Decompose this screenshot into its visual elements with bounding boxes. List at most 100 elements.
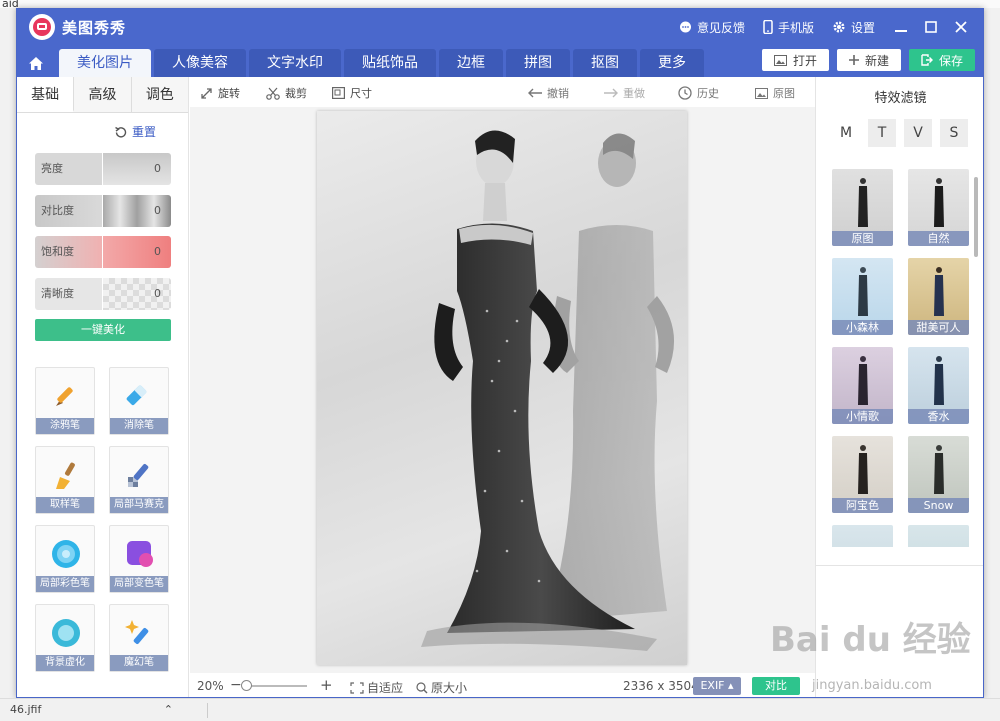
- eraser-icon: [126, 385, 147, 406]
- sharpness-label: 清晰度: [35, 278, 102, 310]
- exif-button[interactable]: EXIF ▴: [693, 677, 741, 695]
- figure-thumbnail-icon: [934, 267, 944, 316]
- tool-mosaic[interactable]: 局部马赛克: [109, 446, 169, 514]
- tab-more[interactable]: 更多: [640, 49, 704, 77]
- settings-button[interactable]: 设置: [832, 19, 875, 36]
- tool-magic-pen[interactable]: 魔幻笔: [109, 604, 169, 672]
- phone-icon: [763, 20, 773, 34]
- minimize-button[interactable]: [893, 19, 909, 35]
- tab-text-watermark[interactable]: 文字水印: [249, 49, 341, 77]
- subtab-color[interactable]: 调色: [131, 77, 188, 112]
- new-label: 新建: [864, 53, 889, 68]
- reset-icon: [115, 126, 127, 138]
- save-button[interactable]: 保存: [908, 49, 975, 71]
- filter-snow[interactable]: Snow: [908, 436, 969, 513]
- recolor-icon: [127, 541, 153, 567]
- feedback-button[interactable]: 意见反馈: [679, 19, 745, 36]
- gear-icon: [833, 21, 845, 33]
- canvas-area: 旋转 裁剪 尺寸 撤销 重做 历史 原图 20% − + 自适应 原大小 233…: [190, 77, 815, 697]
- contrast-slider[interactable]: 对比度 0: [35, 195, 171, 227]
- figure-thumbnail-icon: [934, 178, 944, 227]
- fit-button[interactable]: 自适应: [350, 679, 403, 696]
- zoom-value: 20%: [197, 679, 224, 693]
- tab-portrait[interactable]: 人像美容: [154, 49, 246, 77]
- crop-button[interactable]: 裁剪: [266, 85, 307, 101]
- tool-sample-pen[interactable]: 取样笔: [35, 446, 95, 514]
- taskbar: 46.jfif ⌃: [0, 698, 1000, 721]
- reset-button[interactable]: 重置: [115, 123, 156, 140]
- mobile-button[interactable]: 手机版: [763, 19, 814, 36]
- tab-collage[interactable]: 拼图: [506, 49, 570, 77]
- zoom-slider-handle[interactable]: [241, 680, 252, 691]
- filter-category-m[interactable]: M: [832, 119, 860, 147]
- open-label: 打开: [792, 53, 817, 68]
- filters-scrollbar[interactable]: [974, 177, 978, 257]
- sharpness-slider[interactable]: 清晰度 0: [35, 278, 171, 310]
- filter-category-s[interactable]: S: [940, 119, 968, 147]
- left-panel: 基础 高级 调色 重置 亮度 0 对比度 0 饱和度 0 清晰度 0 一键美化 …: [17, 77, 189, 697]
- taskbar-file-item[interactable]: 46.jfif ⌃: [10, 703, 173, 716]
- rotate-icon: [201, 87, 212, 99]
- scissors-icon: [266, 87, 280, 100]
- filters-title: 特效滤镜: [874, 91, 927, 106]
- tool-eraser-pen[interactable]: 消除笔: [109, 367, 169, 435]
- size-button[interactable]: 尺寸: [332, 85, 372, 101]
- filter-category-t[interactable]: T: [868, 119, 896, 147]
- main-tab-bar: 美化图片 人像美容 文字水印 贴纸饰品 边框 拼图 抠图 更多 打开 新建 保存: [17, 45, 983, 77]
- zoom-slider[interactable]: [245, 685, 307, 687]
- zoom-in-button[interactable]: +: [320, 676, 333, 694]
- save-icon: [921, 54, 933, 66]
- saturation-label: 饱和度: [35, 236, 102, 268]
- tab-frames[interactable]: 边框: [439, 49, 503, 77]
- filter-original[interactable]: 原图: [832, 169, 893, 246]
- tool-recolor-pen[interactable]: 局部变色笔: [109, 525, 169, 593]
- save-label: 保存: [938, 53, 963, 68]
- figure-thumbnail-icon: [858, 356, 868, 405]
- baidu-watermark-url: jingyan.baidu.com: [812, 678, 932, 693]
- compare-button[interactable]: 对比: [752, 677, 800, 695]
- undo-button[interactable]: 撤销: [528, 85, 569, 101]
- tab-beautify[interactable]: 美化图片: [59, 49, 151, 77]
- blur-icon: [52, 619, 80, 647]
- redo-button[interactable]: 重做: [604, 85, 645, 101]
- brightness-slider[interactable]: 亮度 0: [35, 153, 171, 185]
- chat-icon: [679, 21, 691, 32]
- filter-abao[interactable]: 阿宝色: [832, 436, 893, 513]
- home-button[interactable]: [17, 49, 55, 77]
- open-button[interactable]: 打开: [761, 49, 829, 71]
- saturation-slider[interactable]: 饱和度 0: [35, 236, 171, 268]
- panel-divider: [816, 565, 983, 566]
- undo-arrow-icon: [528, 88, 542, 98]
- filter-love-song[interactable]: 小情歌: [832, 347, 893, 424]
- history-button[interactable]: 历史: [678, 85, 719, 101]
- rotate-button[interactable]: 旋转: [200, 85, 240, 101]
- new-button[interactable]: 新建: [836, 49, 901, 71]
- maximize-button[interactable]: [923, 19, 939, 35]
- edited-photo[interactable]: [317, 111, 687, 665]
- tool-doodle-pen[interactable]: 涂鸦笔: [35, 367, 95, 435]
- filter-small-forest[interactable]: 小森林: [832, 258, 893, 335]
- picture-icon: [755, 87, 768, 99]
- resize-icon: [332, 87, 345, 99]
- tab-stickers[interactable]: 贴纸饰品: [344, 49, 436, 77]
- one-key-beautify-button[interactable]: 一键美化: [35, 319, 171, 341]
- maximize-icon: [925, 21, 937, 33]
- tool-color-pen[interactable]: 局部彩色笔: [35, 525, 95, 593]
- filter-sweet[interactable]: 甜美可人: [908, 258, 969, 335]
- filter-natural[interactable]: 自然: [908, 169, 969, 246]
- actual-size-button[interactable]: 原大小: [416, 679, 467, 696]
- subtab-basic[interactable]: 基础: [17, 77, 75, 112]
- tool-background-blur[interactable]: 背景虚化: [35, 604, 95, 672]
- original-button[interactable]: 原图: [755, 85, 795, 101]
- feedback-label: 意见反馈: [696, 20, 745, 35]
- filter-category-v[interactable]: V: [904, 119, 932, 147]
- filter-perfume[interactable]: 香水: [908, 347, 969, 424]
- filter-next-1[interactable]: [832, 525, 893, 547]
- close-button[interactable]: [953, 19, 969, 35]
- contrast-label: 对比度: [35, 195, 102, 227]
- subtab-advanced[interactable]: 高级: [74, 77, 132, 112]
- tab-cutout[interactable]: 抠图: [573, 49, 637, 77]
- figure-thumbnail-icon: [858, 178, 868, 227]
- zoom-out-button[interactable]: −: [230, 677, 242, 693]
- filter-next-2[interactable]: [908, 525, 969, 547]
